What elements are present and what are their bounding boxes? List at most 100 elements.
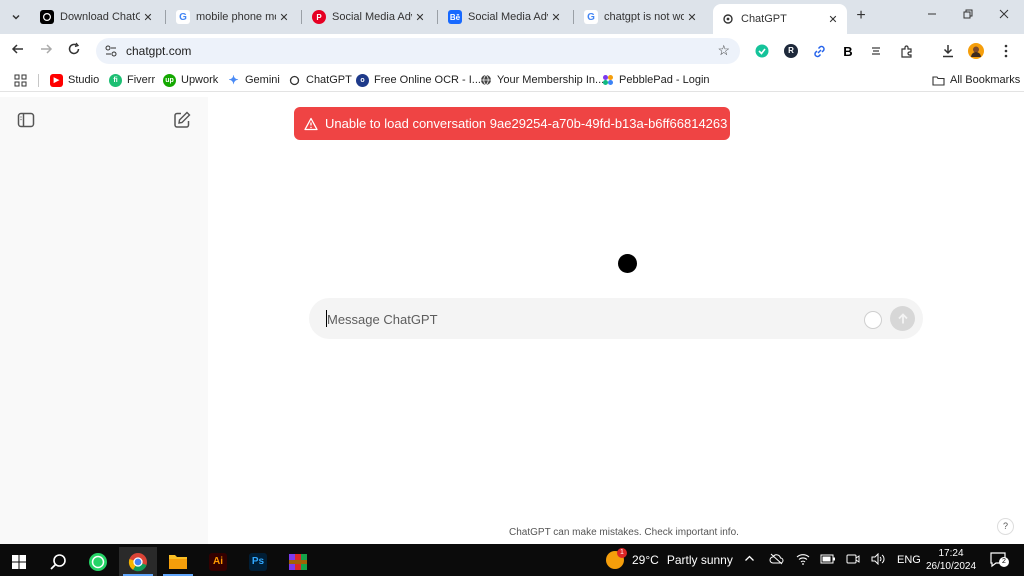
profile-avatar[interactable] <box>968 43 984 59</box>
close-icon[interactable]: ✕ <box>412 11 428 24</box>
volume-icon[interactable] <box>871 552 885 568</box>
grammarly-status-icon[interactable] <box>864 311 882 329</box>
tab-social-media-pinterest[interactable]: P Social Media Advertising ✕ <box>304 5 434 29</box>
bookmark-fiverr[interactable]: fi Fiverr <box>109 72 155 88</box>
new-tab-button[interactable]: + <box>852 7 870 25</box>
camera-icon[interactable] <box>846 553 860 568</box>
chevron-up-icon <box>745 555 754 561</box>
clock-time: 17:24 <box>938 548 964 559</box>
folder-icon <box>169 555 187 569</box>
tab-title: Download ChatGPT <box>60 11 140 23</box>
browser-tab-strip: Download ChatGPT ✕ G mobile phone mockup… <box>0 0 1024 34</box>
openai-icon <box>288 74 301 87</box>
taskbar-chrome[interactable] <box>119 547 157 576</box>
tab-chatgpt[interactable]: ChatGPT ✕ <box>713 4 847 34</box>
tab-search-button[interactable] <box>6 7 26 27</box>
new-chat-button[interactable] <box>172 110 192 130</box>
taskbar-winrar[interactable] <box>279 547 317 576</box>
bookmarks-bar: ▶ Studio fi Fiverr up Upwork ✦ Gemini Ch… <box>0 68 1024 92</box>
chrome-icon <box>128 552 147 571</box>
help-button[interactable]: ? <box>997 518 1014 535</box>
sidebar-toggle-icon <box>17 112 35 128</box>
url-text: chatgpt.com <box>126 44 192 58</box>
search-button[interactable] <box>39 547 77 576</box>
start-button[interactable] <box>0 547 38 576</box>
close-window-button[interactable] <box>992 6 1016 26</box>
show-hidden-icons-button[interactable] <box>744 553 755 567</box>
onedrive-icon[interactable] <box>769 553 784 568</box>
behance-icon: Bē <box>448 10 462 24</box>
message-input-placeholder[interactable]: Message ChatGPT <box>327 312 438 327</box>
all-bookmarks-button[interactable]: All Bookmarks <box>932 72 1020 88</box>
forward-button[interactable] <box>36 41 56 61</box>
close-icon[interactable]: ✕ <box>684 11 700 24</box>
google-icon: G <box>176 10 190 24</box>
downloads-icon[interactable] <box>940 43 956 59</box>
bookmark-chatgpt[interactable]: ChatGPT <box>288 72 352 88</box>
bookmark-studio[interactable]: ▶ Studio <box>50 72 99 88</box>
message-composer[interactable]: Message ChatGPT <box>309 298 923 339</box>
minimize-icon <box>928 13 936 15</box>
restore-icon <box>963 9 973 19</box>
windows-taskbar: Ai Ps 1 29°C Partly sunny ENG 17:24 26/1… <box>0 544 1024 576</box>
more-menu-icon[interactable] <box>998 43 1014 59</box>
tab-chatgpt-not-working[interactable]: G chatgpt is not working ✕ <box>576 5 706 29</box>
restore-button[interactable] <box>956 6 980 26</box>
tab-manager-extension-icon[interactable] <box>868 43 884 59</box>
bookmark-label: Fiverr <box>127 74 156 86</box>
address-bar[interactable]: chatgpt.com ☆ <box>96 38 740 64</box>
close-icon <box>999 9 1009 19</box>
bookmark-star-icon[interactable]: ☆ <box>717 42 730 59</box>
toggle-sidebar-button[interactable] <box>16 110 36 130</box>
site-settings-icon[interactable] <box>104 44 118 58</box>
bookmark-label: PebblePad - Login <box>619 74 710 86</box>
close-icon[interactable]: ✕ <box>276 11 292 24</box>
tab-mobile-phone-mockup[interactable]: G mobile phone mockup ✕ <box>168 5 298 29</box>
system-clock[interactable]: 17:24 26/10/2024 <box>925 547 977 573</box>
wifi-icon[interactable] <box>796 553 810 568</box>
close-icon[interactable]: ✕ <box>140 11 156 24</box>
battery-icon[interactable] <box>820 553 836 568</box>
reload-button[interactable] <box>64 41 84 61</box>
close-icon[interactable]: ✕ <box>548 11 564 24</box>
taskbar-illustrator[interactable]: Ai <box>199 547 237 576</box>
tab-title: Social Media Advertising <box>332 11 412 23</box>
notification-center-button[interactable]: 2 <box>990 552 1009 568</box>
taskbar-file-explorer[interactable] <box>159 547 197 576</box>
tab-divider <box>573 10 574 24</box>
error-message: Unable to load conversation 9ae29254-a70… <box>325 116 728 131</box>
tab-title: ChatGPT <box>741 13 787 25</box>
tab-title: chatgpt is not working <box>604 11 684 23</box>
apps-grid-button[interactable] <box>14 72 27 88</box>
link-extension-icon[interactable] <box>811 43 827 59</box>
whatsapp-icon <box>89 552 107 571</box>
taskbar-photoshop[interactable]: Ps <box>239 547 277 576</box>
language-indicator[interactable]: ENG <box>897 554 921 566</box>
extensions-puzzle-icon[interactable] <box>898 43 914 59</box>
bookmark-upwork[interactable]: up Upwork <box>163 72 218 88</box>
tab-social-media-behance[interactable]: Bē Social Media Advertising ✕ <box>440 5 570 29</box>
bold-extension-icon[interactable]: B <box>840 43 856 59</box>
globe-icon <box>479 74 492 87</box>
grammarly-extension-icon[interactable] <box>754 43 770 59</box>
bookmark-your-membership[interactable]: Your Membership In... <box>479 72 604 88</box>
weather-badge: 1 <box>617 548 627 558</box>
send-button[interactable] <box>890 306 915 331</box>
taskbar-whatsapp[interactable] <box>79 547 117 576</box>
tab-divider <box>165 10 166 24</box>
profile-extension-icon[interactable]: R <box>783 43 799 59</box>
tab-download-chatgpt[interactable]: Download ChatGPT ✕ <box>32 5 162 29</box>
close-icon[interactable]: ✕ <box>825 13 841 26</box>
minimize-button[interactable] <box>920 6 944 26</box>
bookmark-free-online-ocr[interactable]: o Free Online OCR - I... <box>356 72 481 88</box>
bookmark-pebblepad[interactable]: PebblePad - Login <box>601 72 710 88</box>
google-icon: G <box>584 10 598 24</box>
pinterest-icon: P <box>312 10 326 24</box>
back-button[interactable] <box>8 41 28 61</box>
weather-widget[interactable]: 1 29°C Partly sunny <box>606 548 733 569</box>
bookmarks-divider <box>38 74 39 87</box>
apps-grid-icon <box>14 74 27 86</box>
illustrator-icon: Ai <box>209 552 227 571</box>
notification-count: 2 <box>999 557 1009 567</box>
bookmark-gemini[interactable]: ✦ Gemini <box>227 72 279 88</box>
